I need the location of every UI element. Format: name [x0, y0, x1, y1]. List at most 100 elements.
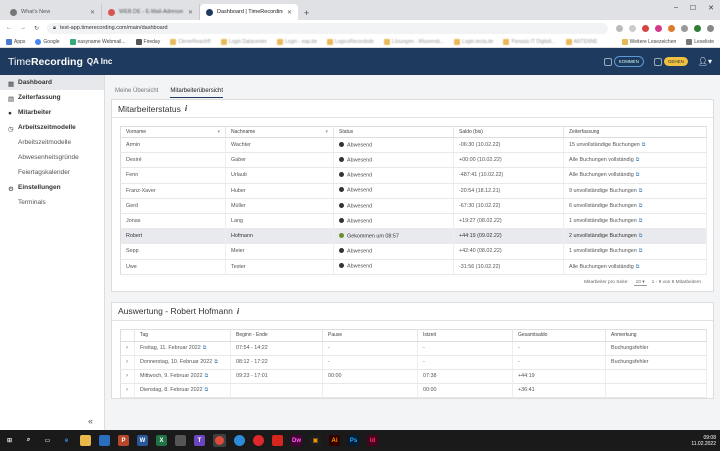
table-row[interactable]: Uwe Tester Abwesend -31:56 (10.02.22) Alle B…	[120, 259, 707, 275]
external-link-icon[interactable]: ⧉	[203, 345, 207, 351]
bookmark-item[interactable]: Login - eap.de	[276, 38, 317, 45]
acrobat-icon[interactable]	[272, 435, 283, 446]
cell-zeiterfassung[interactable]: Alle Buchungen vollständig ⧉	[563, 167, 707, 184]
edge-icon[interactable]: e	[61, 435, 72, 446]
zeiterfassung-link[interactable]: Alle Buchungen vollständig	[569, 264, 634, 270]
chevron-right-icon[interactable]: ›	[120, 383, 135, 398]
bookmark-item[interactable]: Lösungen - Wissensb...	[383, 38, 444, 45]
bookmark-item[interactable]: Login Datacenter	[220, 38, 267, 45]
extension-icon[interactable]	[681, 24, 688, 32]
column-header[interactable]: Vorname ▾	[120, 126, 226, 138]
illustrator-icon[interactable]: Ai	[329, 435, 340, 446]
external-link-icon[interactable]: ⧉	[214, 359, 218, 365]
column-header[interactable]: Status	[333, 126, 454, 138]
dreamweaver-icon[interactable]: Dw	[291, 435, 302, 446]
table-row[interactable]: Desiré Gaber Abwesend +00:00 (10.02.22) Alle…	[120, 152, 707, 169]
cell-zeiterfassung[interactable]: 1 unvollständige Buchungen ⧉	[563, 243, 707, 260]
external-link-icon[interactable]: ⧉	[639, 218, 643, 224]
cell-zeiterfassung[interactable]: 15 unvollständige Buchungen ⧉	[563, 137, 707, 154]
file-explorer-icon[interactable]	[80, 435, 91, 446]
forward-icon[interactable]: →	[20, 25, 26, 31]
cell-zeiterfassung[interactable]: 2 unvollständige Buchungen ⧉	[563, 228, 707, 245]
chevron-right-icon[interactable]: ›	[120, 341, 135, 356]
external-link-icon[interactable]: ⧉	[636, 157, 640, 163]
table-row[interactable]: Armin Wachter Abwesend -06:30 (10.02.22) 15 …	[120, 137, 707, 154]
tab-meine-uebersicht[interactable]: Meine Übersicht	[115, 88, 158, 98]
indesign-icon[interactable]: Id	[367, 435, 378, 446]
table-row[interactable]: Fenn Urlaub Abwesend -487:41 (10.02.22) Alle…	[120, 167, 707, 184]
sidebar-item-einstellungen[interactable]: ⚙ Einstellungen	[0, 180, 104, 195]
external-link-icon[interactable]: ⧉	[639, 248, 643, 254]
table-row[interactable]: Gerd Müller Abwesend -67:30 (10.02.22) 6 unv…	[120, 198, 707, 214]
sidebar-item-dashboard[interactable]: ▦ Dashboard	[0, 75, 104, 90]
share-icon[interactable]	[616, 24, 623, 32]
zeiterfassung-link[interactable]: 2 unvollständige Buchungen	[569, 233, 637, 239]
column-header[interactable]: Saldo (bis)	[453, 126, 564, 138]
window-close-icon[interactable]: ✕	[708, 4, 714, 12]
close-icon[interactable]: ✕	[90, 9, 95, 16]
table-row[interactable]: › Freitag, 11. Februar 2022 ⧉ 07:54 - 14:22…	[120, 341, 707, 356]
bookmark-item[interactable]: Fireday	[135, 38, 160, 45]
close-icon[interactable]: ✕	[287, 9, 292, 16]
cell-zeiterfassung[interactable]: 9 unvollständige Buchungen ⧉	[563, 183, 707, 199]
zeiterfassung-link[interactable]: Alle Buchungen vollständig	[569, 157, 634, 163]
star-icon[interactable]	[629, 24, 636, 32]
close-icon[interactable]: ✕	[188, 9, 193, 16]
word-icon[interactable]: W	[137, 435, 148, 446]
windows-start-icon[interactable]: ⊞	[4, 435, 15, 446]
sidebar-item-terminals[interactable]: Terminals	[0, 195, 104, 210]
column-header[interactable]: Gesamtsaldo	[512, 329, 606, 342]
minimize-icon[interactable]: –	[674, 4, 678, 12]
external-link-icon[interactable]: ⧉	[636, 264, 640, 270]
opera-icon[interactable]	[253, 435, 264, 446]
bookmark-apps[interactable]: Apps	[6, 38, 25, 45]
external-link-icon[interactable]: ⧉	[205, 373, 209, 379]
bookmark-item[interactable]: easyname Webmail...	[69, 38, 126, 45]
collapse-sidebar-button[interactable]: «	[88, 416, 93, 426]
reload-icon[interactable]: ↻	[34, 25, 39, 32]
app-logo[interactable]: TimeRecording	[8, 56, 83, 68]
table-row[interactable]: Sepp Meier Abwesend +42:40 (08.02.22) 1 unvo…	[120, 243, 707, 260]
zeiterfassung-link[interactable]: Alle Buchungen vollständig	[569, 172, 634, 178]
browser-tab[interactable]: What's New ✕	[4, 4, 102, 20]
column-header[interactable]: Pause	[322, 329, 418, 342]
browser-tab-active[interactable]: Dashboard | TimeRecording ✕	[200, 4, 298, 20]
sidebar-item-arbeitszeitmodelle[interactable]: Arbeitszeitmodelle	[0, 135, 104, 150]
extension-icon[interactable]	[655, 24, 662, 32]
search-icon[interactable]: ⌕	[23, 435, 34, 446]
gehen-button[interactable]: GEHEN	[663, 57, 688, 66]
external-link-icon[interactable]: ⧉	[642, 142, 646, 148]
external-link-icon[interactable]: ⧉	[636, 172, 640, 178]
taskbar-active-chrome[interactable]	[213, 434, 226, 447]
column-header[interactable]: Nachname ▾	[225, 126, 334, 138]
tab-mitarbeiteruebersicht[interactable]: Mitarbeiterübersicht	[170, 88, 224, 98]
other-bookmarks[interactable]: Weitere Lesezeichen	[621, 38, 676, 45]
bookmark-item[interactable]: LogicoRecordsde	[326, 38, 374, 45]
zeiterfassung-link[interactable]: 1 unvollständige Buchungen	[569, 218, 637, 224]
table-row[interactable]: Franz-Xaver Huber Abwesend -20:54 (18.12.21…	[120, 183, 707, 199]
user-menu-icon[interactable]: 👤︎▾	[698, 57, 712, 66]
chevron-right-icon[interactable]: ›	[120, 355, 135, 370]
sidebar-item-arbeitszeitmodelle-group[interactable]: ◷ Arbeitszeitmodelle	[0, 120, 104, 135]
cell-zeiterfassung[interactable]: Alle Buchungen vollständig ⧉	[563, 259, 707, 275]
back-icon[interactable]: ←	[6, 25, 12, 31]
zeiterfassung-link[interactable]: 1 unvollständige Buchungen	[569, 248, 637, 254]
info-icon[interactable]: i	[185, 104, 187, 113]
sidebar-item-mitarbeiter[interactable]: ● Mitarbeiter	[0, 105, 104, 120]
page-size-select[interactable]: 10 ▾	[633, 280, 647, 286]
zeiterfassung-link[interactable]: 6 unvollständige Buchungen	[569, 203, 637, 209]
cell-zeiterfassung[interactable]: Alle Buchungen vollständig ⧉	[563, 152, 707, 169]
external-link-icon[interactable]: ⧉	[639, 188, 643, 194]
column-header[interactable]: Zeiterfassung	[563, 126, 707, 138]
bookmark-item[interactable]: ANTENNE	[565, 38, 597, 45]
column-header[interactable]: Tag	[134, 329, 231, 342]
reading-list[interactable]: Leseliste	[686, 38, 714, 45]
mail-icon[interactable]	[99, 435, 110, 446]
profile-avatar-icon[interactable]	[694, 24, 701, 32]
bookmark-item[interactable]: Panasis IT Digitali...	[503, 38, 556, 45]
sidebar-item-abwesenheitsgruende[interactable]: Abwesenheitsgründe	[0, 150, 104, 165]
info-icon[interactable]: i	[237, 307, 239, 316]
kommen-button[interactable]: KOMMEN	[613, 56, 644, 67]
column-header[interactable]: Anmerkung	[605, 329, 707, 342]
filter-icon[interactable]: ▾	[325, 129, 328, 135]
